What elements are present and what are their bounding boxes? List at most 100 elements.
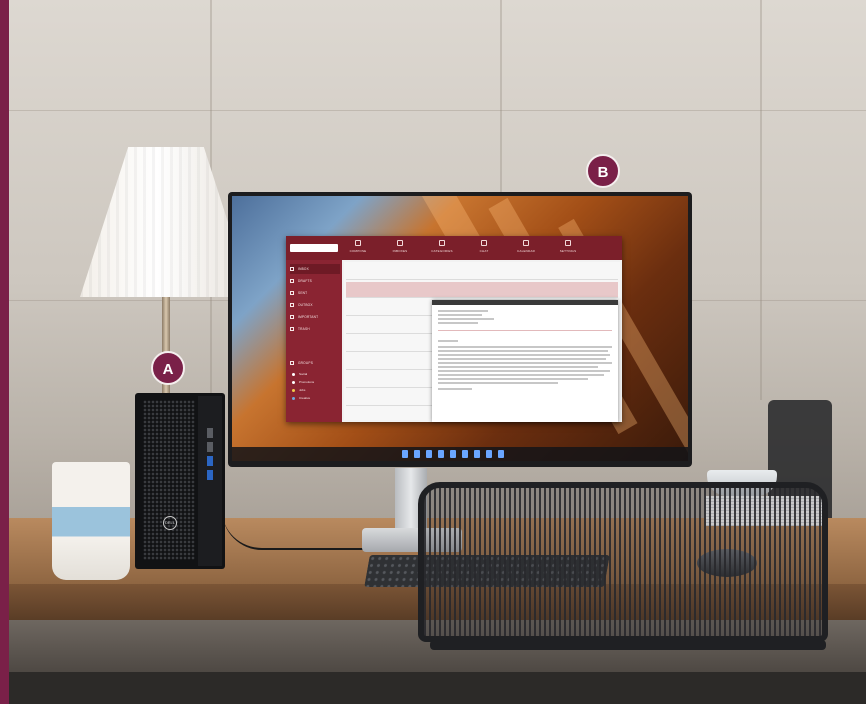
search-input bbox=[290, 244, 338, 252]
start-icon bbox=[402, 450, 408, 458]
sidebar-item-drafts: DRAFTS bbox=[290, 276, 340, 286]
usb-port bbox=[207, 456, 213, 466]
dell-logo: DELL bbox=[163, 516, 177, 530]
sent-icon bbox=[290, 291, 294, 296]
taskbar bbox=[232, 447, 688, 461]
wall-panel-seam bbox=[760, 0, 762, 400]
sidebar-item-label: SENT bbox=[298, 291, 308, 295]
header-line bbox=[438, 318, 494, 320]
sidebar-item-label: INBOX bbox=[298, 267, 309, 271]
header-line bbox=[438, 322, 478, 324]
group-dot bbox=[292, 372, 295, 376]
body-line bbox=[438, 378, 588, 380]
settings-button: SETTINGS bbox=[554, 240, 582, 253]
usb-port bbox=[207, 428, 213, 438]
groups-icon bbox=[290, 361, 294, 366]
tag-icon bbox=[439, 240, 445, 246]
body-line bbox=[438, 388, 472, 390]
sidebar-item-outbox: OUTBOX bbox=[290, 300, 340, 310]
trash-icon bbox=[290, 327, 294, 332]
toolbar-label: CHAT bbox=[479, 249, 489, 253]
header-line bbox=[438, 314, 482, 316]
wall-panel-seam bbox=[500, 0, 502, 200]
group-item: Promotions bbox=[292, 380, 314, 384]
action-row bbox=[438, 330, 612, 331]
office-desk-scene: DELL COMPOSE INBOXES CATEGORIES CHAT CAL… bbox=[0, 0, 866, 704]
callout-b: B bbox=[586, 154, 620, 188]
reading-pane-titlebar bbox=[432, 300, 618, 305]
reading-pane bbox=[432, 300, 618, 422]
outbox-icon bbox=[290, 303, 294, 308]
sidebar-item-important: IMPORTANT bbox=[290, 312, 340, 322]
body-line bbox=[438, 366, 598, 368]
mail-sidebar: INBOX DRAFTS SENT OUTBOX IMPORTANT TRASH… bbox=[286, 260, 342, 422]
compose-button: COMPOSE bbox=[344, 240, 372, 253]
body-line bbox=[438, 374, 604, 376]
usb-port bbox=[207, 470, 213, 480]
taskbar-app-icon bbox=[414, 450, 420, 458]
group-label: Social bbox=[299, 372, 308, 376]
groups-heading: GROUPS bbox=[290, 358, 340, 368]
toolbar-label: CATEGORIES bbox=[431, 249, 453, 253]
toolbar-label: INBOXES bbox=[392, 249, 408, 253]
taskbar-app-icon bbox=[450, 450, 456, 458]
group-dot bbox=[292, 380, 295, 384]
inbox-icon bbox=[290, 267, 294, 272]
calendar-button: CALENDAR bbox=[512, 240, 540, 253]
mail-app-window: COMPOSE INBOXES CATEGORIES CHAT CALENDAR… bbox=[286, 236, 622, 422]
sidebar-item-inbox: INBOX bbox=[290, 264, 340, 274]
taskbar-app-icon bbox=[474, 450, 480, 458]
list-item bbox=[346, 264, 618, 280]
coffee-mug bbox=[52, 462, 130, 580]
callout-a: A bbox=[151, 351, 185, 385]
tower-vent-grill bbox=[143, 400, 195, 560]
gear-icon bbox=[565, 240, 571, 246]
body-line bbox=[438, 358, 606, 360]
usb-port bbox=[207, 442, 213, 452]
header-line bbox=[438, 310, 488, 312]
group-dot bbox=[292, 388, 295, 392]
group-label: Creative bbox=[299, 396, 311, 400]
taskbar-app-icon bbox=[486, 450, 492, 458]
drafts-icon bbox=[290, 279, 294, 284]
body-line bbox=[438, 346, 612, 348]
sidebar-item-sent: SENT bbox=[290, 288, 340, 298]
inboxes-button: INBOXES bbox=[386, 240, 414, 253]
lamp-shade-texture bbox=[80, 147, 252, 297]
body-line bbox=[438, 362, 612, 364]
envelope-icon bbox=[397, 240, 403, 246]
list-item bbox=[346, 282, 618, 298]
taskbar-app-icon bbox=[462, 450, 468, 458]
body-line bbox=[438, 350, 608, 352]
wall-panel-seam bbox=[9, 110, 866, 111]
sidebar-item-label: TRASH bbox=[298, 327, 310, 331]
left-accent-bar bbox=[0, 0, 9, 704]
group-label: Promotions bbox=[299, 380, 315, 384]
group-item: Creative bbox=[292, 396, 310, 400]
pencil-icon bbox=[355, 240, 361, 246]
foreground-shadow bbox=[9, 672, 866, 704]
sidebar-item-label: OUTBOX bbox=[298, 303, 313, 307]
chat-button: CHAT bbox=[470, 240, 498, 253]
group-label: Jobs bbox=[299, 388, 306, 392]
sidebar-item-label: DRAFTS bbox=[298, 279, 312, 283]
body-line bbox=[438, 382, 558, 384]
tower-front-panel bbox=[198, 396, 222, 566]
sidebar-item-label: IMPORTANT bbox=[298, 315, 319, 319]
toolbar-label: SETTINGS bbox=[559, 249, 577, 253]
group-item: Social bbox=[292, 372, 307, 376]
body-line bbox=[438, 340, 458, 342]
toolbar-label: CALENDAR bbox=[517, 249, 535, 253]
mail-toolbar: COMPOSE INBOXES CATEGORIES CHAT CALENDAR… bbox=[286, 236, 622, 260]
office-chair-back bbox=[418, 482, 828, 642]
group-dot bbox=[292, 396, 295, 400]
toolbar-label: COMPOSE bbox=[349, 249, 367, 253]
sidebar-item-trash: TRASH bbox=[290, 324, 340, 334]
taskbar-app-icon bbox=[426, 450, 432, 458]
body-line bbox=[438, 354, 610, 356]
taskbar-app-icon bbox=[498, 450, 504, 458]
group-item: Jobs bbox=[292, 388, 305, 392]
groups-label: GROUPS bbox=[298, 361, 314, 365]
body-line bbox=[438, 370, 610, 372]
office-chair-frame bbox=[430, 640, 826, 650]
